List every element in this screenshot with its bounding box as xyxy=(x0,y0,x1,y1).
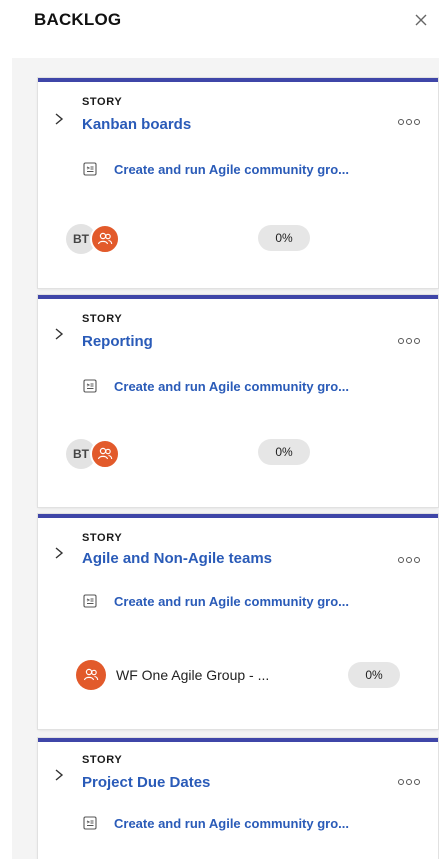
chevron-right-icon[interactable] xyxy=(52,112,66,126)
progress-badge: 0% xyxy=(348,662,400,688)
epic-icon xyxy=(83,162,97,176)
more-options-icon[interactable] xyxy=(398,112,424,125)
parent-link[interactable]: Create and run Agile community gro... xyxy=(114,162,349,177)
story-card[interactable]: STORY Project Due Dates Create and run A… xyxy=(38,738,438,859)
close-icon[interactable] xyxy=(413,12,431,30)
more-options-icon[interactable] xyxy=(398,772,424,785)
progress-badge: 0% xyxy=(258,439,310,465)
story-card[interactable]: STORY Reporting Create and run Agile com… xyxy=(38,295,438,507)
card-type: STORY xyxy=(82,313,123,325)
assignee-group[interactable]: WF One Agile Group - ... xyxy=(76,660,269,690)
story-card[interactable]: STORY Agile and Non-Agile teams Create a… xyxy=(38,514,438,729)
epic-icon xyxy=(83,379,97,393)
card-title[interactable]: Agile and Non-Agile teams xyxy=(82,550,272,567)
card-title[interactable]: Project Due Dates xyxy=(82,774,210,791)
parent-link[interactable]: Create and run Agile community gro... xyxy=(114,594,349,609)
chevron-right-icon[interactable] xyxy=(52,546,66,560)
parent-link-row[interactable]: Create and run Agile community gro... xyxy=(82,377,349,395)
chevron-right-icon[interactable] xyxy=(52,327,66,341)
parent-link[interactable]: Create and run Agile community gro... xyxy=(114,816,349,831)
epic-icon xyxy=(83,816,97,830)
assignee-group[interactable]: BT xyxy=(66,439,120,469)
card-type: STORY xyxy=(82,532,123,544)
card-type: STORY xyxy=(82,754,123,766)
parent-link-row[interactable]: Create and run Agile community gro... xyxy=(82,814,349,832)
epic-icon xyxy=(83,594,97,608)
more-options-icon[interactable] xyxy=(398,550,424,563)
more-options-icon[interactable] xyxy=(398,331,424,344)
team-icon xyxy=(76,660,106,690)
backlog-list[interactable]: STORY Kanban boards Create and run Agile… xyxy=(12,58,439,859)
parent-link[interactable]: Create and run Agile community gro... xyxy=(114,379,349,394)
team-icon xyxy=(90,224,120,254)
team-name: WF One Agile Group - ... xyxy=(116,667,270,683)
card-title[interactable]: Reporting xyxy=(82,333,153,350)
team-icon xyxy=(90,439,120,469)
parent-link-row[interactable]: Create and run Agile community gro... xyxy=(82,592,349,610)
parent-link-row[interactable]: Create and run Agile community gro... xyxy=(82,160,349,178)
card-type: STORY xyxy=(82,96,123,108)
panel-title: BACKLOG xyxy=(34,10,122,29)
card-title[interactable]: Kanban boards xyxy=(82,116,191,133)
progress-badge: 0% xyxy=(258,225,310,251)
backlog-panel: BACKLOG STORY Kanban boards Create and r… xyxy=(0,0,439,859)
chevron-right-icon[interactable] xyxy=(52,768,66,782)
story-card[interactable]: STORY Kanban boards Create and run Agile… xyxy=(38,78,438,288)
assignee-group[interactable]: BT xyxy=(66,224,120,254)
